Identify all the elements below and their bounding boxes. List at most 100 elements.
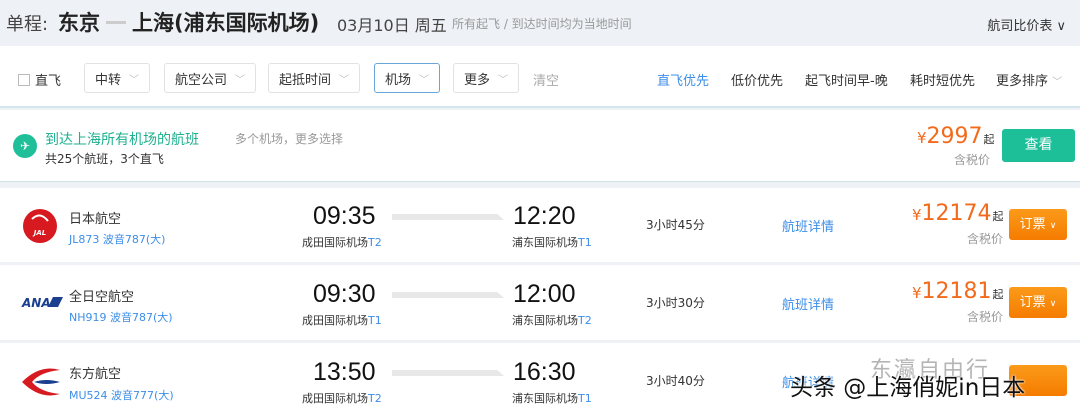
- price-from: 起: [992, 210, 1004, 223]
- currency: ¥: [912, 284, 922, 302]
- tax-included-label: 含税价: [967, 310, 1004, 324]
- flight-number[interactable]: MU524 波音777(大): [69, 387, 174, 403]
- sort-more[interactable]: 更多排序 ﹀: [996, 70, 1062, 89]
- checkbox-icon: [18, 73, 30, 86]
- ana-logo-icon: ANA: [21, 296, 63, 310]
- more-dropdown[interactable]: 更多 ﹀: [453, 63, 520, 93]
- book-label: 订票: [1019, 217, 1046, 232]
- route-dash: [106, 20, 126, 24]
- china-eastern-logo-icon: [22, 368, 60, 396]
- terminal: T1: [578, 392, 592, 405]
- toutiao-watermark: 头条 @上海俏妮in日本: [790, 375, 1026, 401]
- time-dropdown[interactable]: 起抵时间 ﹀: [268, 63, 361, 93]
- arrival-airport: 浦东国际机场T1: [512, 390, 592, 406]
- arrival-time: 12:00: [513, 280, 576, 308]
- arrival-airport: 浦东国际机场T2: [512, 312, 592, 328]
- svg-text:ANA: ANA: [21, 296, 51, 310]
- arrival-time: 16:30: [513, 358, 576, 386]
- departure-time: 13:50: [313, 358, 376, 386]
- sort-departure-time[interactable]: 起飞时间早-晚: [805, 70, 888, 89]
- flight-details-link[interactable]: 航班详情: [782, 294, 834, 313]
- flight-duration: 3小时30分: [646, 296, 705, 310]
- filter-bar: 直飞 中转 ﹀ 航空公司 ﹀ 起抵时间 ﹀ 机场 ﹀ 更多 ﹀ 清空 直飞优先 低价优先 …: [0, 46, 1080, 108]
- currency: ¥: [912, 206, 922, 224]
- direct-checkbox[interactable]: 直飞: [18, 70, 61, 89]
- chevron-down-icon: ﹀: [498, 74, 509, 86]
- airport-dropdown[interactable]: 机场 ﹀: [374, 63, 441, 93]
- flight-price: ¥12174 起: [912, 201, 1004, 226]
- tax-included-label: 含税价: [967, 232, 1004, 246]
- banner-subtitle: 共25个航班，3个直飞: [45, 152, 164, 166]
- terminal: T2: [368, 236, 382, 249]
- airport-name: 浦东国际机场: [512, 392, 578, 405]
- chevron-down-icon: ﹀: [129, 74, 140, 86]
- departure-airport: 成田国际机场T2: [302, 234, 382, 250]
- view-button[interactable]: 查看: [1002, 129, 1075, 162]
- chevron-down-icon: ﹀: [235, 74, 246, 86]
- sort-shortest-duration[interactable]: 耗时短优先: [910, 70, 975, 89]
- dropdown-label: 更多: [464, 72, 491, 88]
- terminal: T2: [578, 314, 592, 327]
- chevron-down-icon: ﹀: [1052, 77, 1063, 88]
- airline-name: 日本航空: [69, 212, 122, 227]
- book-button[interactable]: 订票 ∨: [1009, 209, 1067, 240]
- plane-landing-icon: ✈: [13, 134, 37, 158]
- dropdown-label: 航空公司: [175, 72, 228, 88]
- chevron-down-icon: ﹀: [339, 74, 350, 86]
- flight-arrow: [392, 292, 504, 298]
- dropdown-label: 机场: [385, 72, 412, 88]
- chevron-down-icon: ∨: [1049, 221, 1057, 231]
- destination-city: 上海(浦东国际机场): [132, 11, 320, 35]
- terminal: T2: [368, 392, 382, 405]
- airport-name: 成田国际机场: [302, 236, 368, 249]
- departure-airport: 成田国际机场T1: [302, 312, 382, 328]
- banner-more: 多个机场，更多选择: [235, 132, 344, 146]
- flight-arrow: [392, 214, 504, 220]
- departure-airport: 成田国际机场T2: [302, 390, 382, 406]
- flight-number[interactable]: JL873 波音787(大): [69, 231, 165, 247]
- airline-name: 全日空航空: [69, 290, 135, 305]
- price-from: 起: [983, 133, 995, 146]
- banner-title[interactable]: 到达上海所有机场的航班: [45, 129, 199, 149]
- banner-price: ¥2997 起: [917, 124, 995, 149]
- flight-arrow: [392, 370, 504, 376]
- sort-direct-first[interactable]: 直飞优先: [657, 70, 709, 89]
- flight-duration: 3小时40分: [646, 374, 705, 388]
- arrival-airport: 浦东国际机场T1: [512, 234, 592, 250]
- travel-date: 03月10日 周五: [337, 16, 447, 35]
- flight-duration: 3小时45分: [646, 218, 705, 232]
- local-time-note: 所有起飞 / 到达时间均为当地时间: [452, 17, 632, 31]
- flight-details-link[interactable]: 航班详情: [782, 216, 834, 235]
- airport-name: 成田国际机场: [302, 392, 368, 405]
- airport-name: 浦东国际机场: [512, 314, 578, 327]
- sort-low-price[interactable]: 低价优先: [731, 70, 783, 89]
- tax-included-label: 含税价: [954, 153, 991, 167]
- jal-logo-icon: JAL: [23, 209, 57, 243]
- flight-price: ¥12181 起: [912, 279, 1004, 304]
- route-title: 东京 上海(浦东国际机场): [58, 7, 319, 37]
- airline-compare-link[interactable]: 航司比价表 ∨: [987, 15, 1066, 34]
- airline-name: 东方航空: [69, 367, 122, 382]
- chevron-down-icon: ∨: [1049, 299, 1057, 309]
- departure-time: 09:30: [313, 280, 376, 308]
- price-value: 12174: [921, 201, 992, 226]
- arrival-time: 12:20: [513, 202, 576, 230]
- terminal: T1: [368, 314, 382, 327]
- price-from: 起: [992, 288, 1004, 301]
- clear-filters-link[interactable]: 清空: [533, 70, 559, 89]
- departure-time: 09:35: [313, 202, 376, 230]
- sort-more-label: 更多排序: [996, 74, 1049, 89]
- route-header: 单程: 东京 上海(浦东国际机场) 03月10日 周五 所有起飞 / 到达时间均为…: [0, 0, 1080, 46]
- transfer-dropdown[interactable]: 中转 ﹀: [84, 63, 151, 93]
- flight-number[interactable]: NH919 波音787(大): [69, 309, 173, 325]
- dropdown-label: 中转: [95, 72, 122, 88]
- dropdown-label: 起抵时间: [279, 72, 332, 88]
- airport-name: 成田国际机场: [302, 314, 368, 327]
- airport-name: 浦东国际机场: [512, 236, 578, 249]
- price-value: 2997: [926, 124, 983, 149]
- book-button[interactable]: 订票 ∨: [1009, 287, 1067, 318]
- airline-dropdown[interactable]: 航空公司 ﹀: [164, 63, 257, 93]
- trip-type-label: 单程:: [6, 14, 49, 35]
- currency: ¥: [917, 129, 927, 147]
- direct-label: 直飞: [35, 74, 62, 89]
